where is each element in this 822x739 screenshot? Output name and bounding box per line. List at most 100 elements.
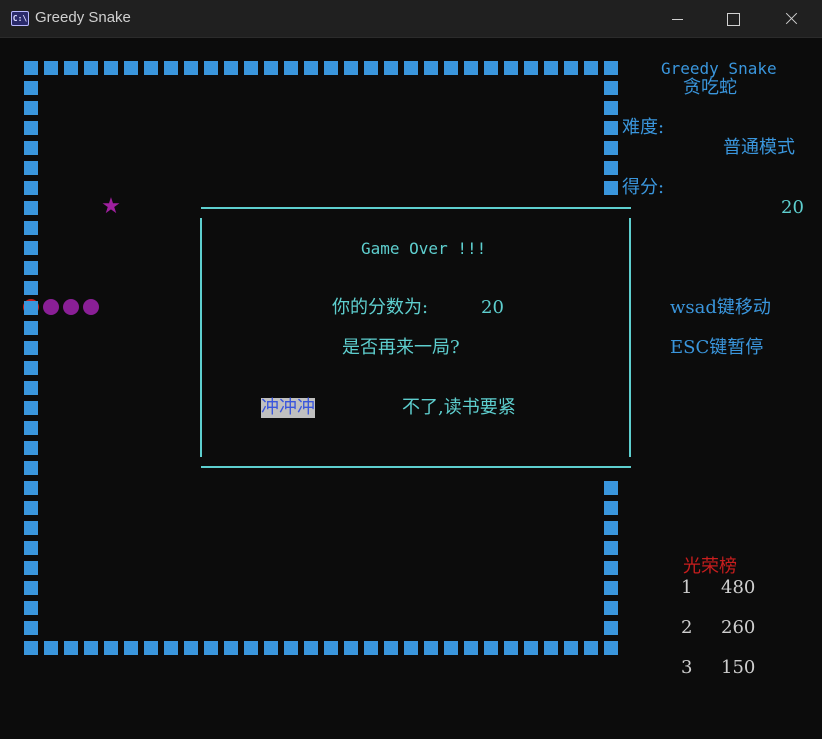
wall-block [484, 641, 498, 655]
wall-block [584, 61, 598, 75]
wall-block [404, 61, 418, 75]
wall-block [184, 61, 198, 75]
help-move-text: wsad键移动 [670, 297, 771, 318]
wall-block [24, 641, 38, 655]
wall-block [544, 61, 558, 75]
wall-block [364, 61, 378, 75]
wall-block [64, 61, 78, 75]
wall-block [524, 641, 538, 655]
wall-block [604, 541, 618, 555]
wall-block [464, 641, 478, 655]
wall-block [24, 401, 38, 415]
wall-block [264, 641, 278, 655]
wall-block [604, 141, 618, 155]
wall-block [24, 301, 38, 315]
wall-block [604, 121, 618, 135]
wall-block [304, 61, 318, 75]
wall-block [24, 181, 38, 195]
wall-block [604, 61, 618, 75]
wall-block [24, 521, 38, 535]
play-again-no-option[interactable]: 不了,读书要紧 [402, 398, 516, 418]
final-score-label: 你的分数为: [332, 297, 429, 318]
snake-body-segment [63, 299, 79, 315]
wall-block [44, 61, 58, 75]
wall-block [604, 161, 618, 175]
play-again-question: 是否再来一局? [342, 337, 460, 358]
difficulty-value: 普通模式 [723, 137, 795, 158]
wall-block [84, 641, 98, 655]
dialog-border-right [629, 218, 631, 457]
wall-block [24, 561, 38, 575]
wall-block [24, 601, 38, 615]
wall-block [604, 581, 618, 595]
wall-block [424, 641, 438, 655]
wall-block [24, 541, 38, 555]
wall-block [164, 641, 178, 655]
wall-block [44, 641, 58, 655]
wall-block [564, 61, 578, 75]
wall-block [344, 641, 358, 655]
dialog-border-bottom [201, 466, 631, 468]
wall-block [204, 641, 218, 655]
wall-block [604, 181, 618, 195]
leaderboard-score: 480 [721, 577, 756, 598]
wall-block [504, 641, 518, 655]
wall-block [604, 621, 618, 635]
wall-block [264, 61, 278, 75]
wall-block [84, 61, 98, 75]
play-again-yes-option[interactable]: 冲冲冲 [261, 398, 315, 418]
wall-block [184, 641, 198, 655]
wall-block [24, 441, 38, 455]
wall-block [24, 101, 38, 115]
wall-block [484, 61, 498, 75]
wall-block [384, 61, 398, 75]
wall-block [24, 621, 38, 635]
game-field: ★ [0, 0, 822, 739]
wall-block [604, 601, 618, 615]
wall-block [544, 641, 558, 655]
dialog-border-left [200, 218, 202, 457]
leaderboard-title: 光荣榜 [683, 556, 737, 577]
wall-block [224, 61, 238, 75]
panel-title-en: Greedy Snake [661, 59, 777, 78]
wall-block [144, 61, 158, 75]
wall-block [424, 61, 438, 75]
wall-block [604, 521, 618, 535]
wall-block [384, 641, 398, 655]
wall-block [564, 641, 578, 655]
food-star-icon: ★ [101, 194, 121, 219]
wall-block [344, 61, 358, 75]
wall-block [404, 641, 418, 655]
panel-title-cn: 贪吃蛇 [683, 77, 737, 98]
wall-block [24, 361, 38, 375]
wall-block [584, 641, 598, 655]
wall-block [604, 561, 618, 575]
wall-block [204, 61, 218, 75]
wall-block [244, 61, 258, 75]
game-over-title: Game Over !!! [361, 239, 487, 258]
wall-block [224, 641, 238, 655]
snake-body-segment [83, 299, 99, 315]
wall-block [24, 161, 38, 175]
leaderboard-rank: 3 [681, 657, 693, 678]
leaderboard-rank: 2 [681, 617, 693, 638]
snake-body-segment [43, 299, 59, 315]
wall-block [524, 61, 538, 75]
wall-block [24, 421, 38, 435]
wall-block [24, 201, 38, 215]
wall-block [24, 61, 38, 75]
leaderboard-score: 150 [721, 657, 756, 678]
wall-block [504, 61, 518, 75]
wall-block [364, 641, 378, 655]
wall-block [104, 641, 118, 655]
wall-block [144, 641, 158, 655]
wall-block [444, 61, 458, 75]
wall-block [24, 461, 38, 475]
wall-block [64, 641, 78, 655]
wall-block [164, 61, 178, 75]
wall-block [304, 641, 318, 655]
wall-block [284, 641, 298, 655]
wall-block [24, 581, 38, 595]
help-pause-text: ESC键暂停 [670, 337, 764, 358]
wall-block [604, 641, 618, 655]
